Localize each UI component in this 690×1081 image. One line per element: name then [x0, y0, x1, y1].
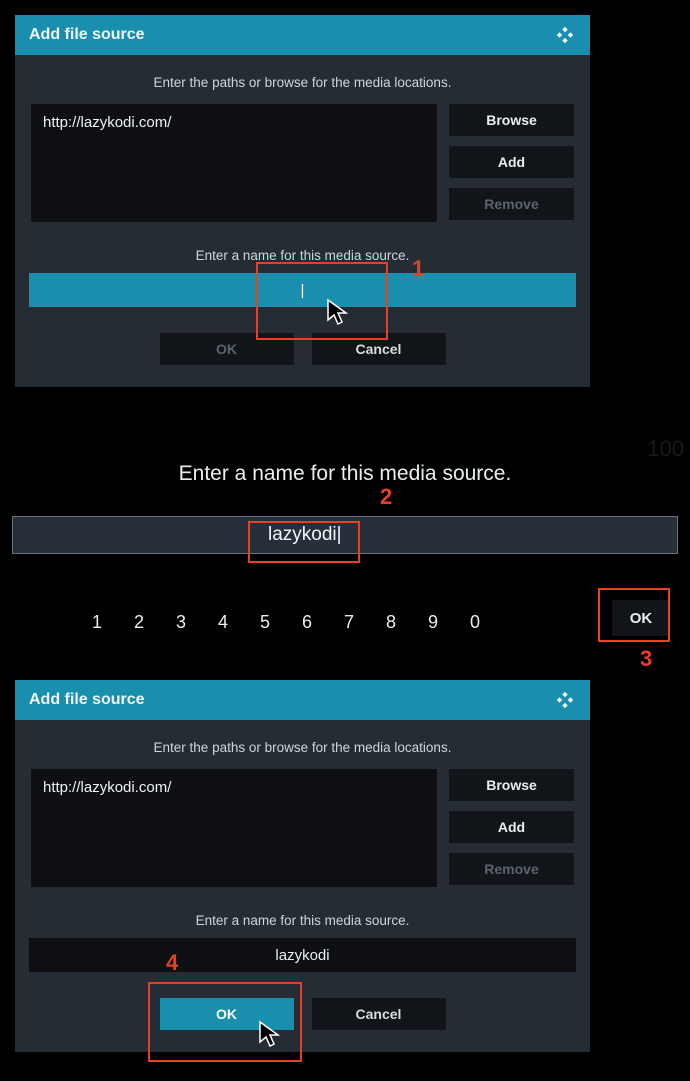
dialog-title: Add file source	[29, 691, 145, 709]
dialog-header: Add file source	[15, 15, 590, 55]
add-file-source-dialog-step1: Add file source Enter the paths or brows…	[15, 15, 590, 387]
keyboard-ok-button[interactable]: OK	[612, 600, 670, 636]
key-0[interactable]: 0	[466, 612, 484, 633]
key-2[interactable]: 2	[130, 612, 148, 633]
ok-button[interactable]: OK	[160, 998, 294, 1030]
dialog-body: Enter the paths or browse for the media …	[15, 55, 590, 387]
dialog-body: Enter the paths or browse for the media …	[15, 720, 590, 1052]
browse-button[interactable]: Browse	[449, 104, 574, 136]
remove-button: Remove	[449, 188, 574, 220]
kodi-logo-icon	[554, 24, 576, 46]
name-label: Enter a name for this media source.	[31, 913, 574, 928]
cancel-button[interactable]: Cancel	[312, 333, 446, 365]
ok-button: OK	[160, 333, 294, 365]
add-button[interactable]: Add	[449, 146, 574, 178]
instruction-text: Enter the paths or browse for the media …	[31, 75, 574, 90]
instruction-text: Enter the paths or browse for the media …	[31, 740, 574, 755]
name-label: Enter a name for this media source.	[31, 248, 574, 263]
key-3[interactable]: 3	[172, 612, 190, 633]
key-4[interactable]: 4	[214, 612, 232, 633]
key-7[interactable]: 7	[340, 612, 358, 633]
key-6[interactable]: 6	[298, 612, 316, 633]
keyboard-input[interactable]: lazykodi|	[12, 516, 678, 554]
name-input[interactable]: lazykodi	[29, 938, 576, 972]
key-1[interactable]: 1	[88, 612, 106, 633]
key-9[interactable]: 9	[424, 612, 442, 633]
paths-input[interactable]: http://lazykodi.com/	[31, 104, 437, 222]
add-file-source-dialog-step3: Add file source Enter the paths or brows…	[15, 680, 590, 1052]
remove-button: Remove	[449, 853, 574, 885]
onscreen-keyboard-section: Enter a name for this media source. lazy…	[0, 440, 690, 680]
dialog-header: Add file source	[15, 680, 590, 720]
keyboard-prompt: Enter a name for this media source.	[0, 462, 690, 486]
cancel-button[interactable]: Cancel	[312, 998, 446, 1030]
number-key-row: 1 2 3 4 5 6 7 8 9 0	[88, 612, 484, 633]
key-5[interactable]: 5	[256, 612, 274, 633]
paths-input[interactable]: http://lazykodi.com/	[31, 769, 437, 887]
name-input[interactable]: |	[29, 273, 576, 307]
key-8[interactable]: 8	[382, 612, 400, 633]
browse-button[interactable]: Browse	[449, 769, 574, 801]
dialog-title: Add file source	[29, 26, 145, 44]
page-number: 100	[647, 436, 684, 462]
kodi-logo-icon	[554, 689, 576, 711]
add-button[interactable]: Add	[449, 811, 574, 843]
